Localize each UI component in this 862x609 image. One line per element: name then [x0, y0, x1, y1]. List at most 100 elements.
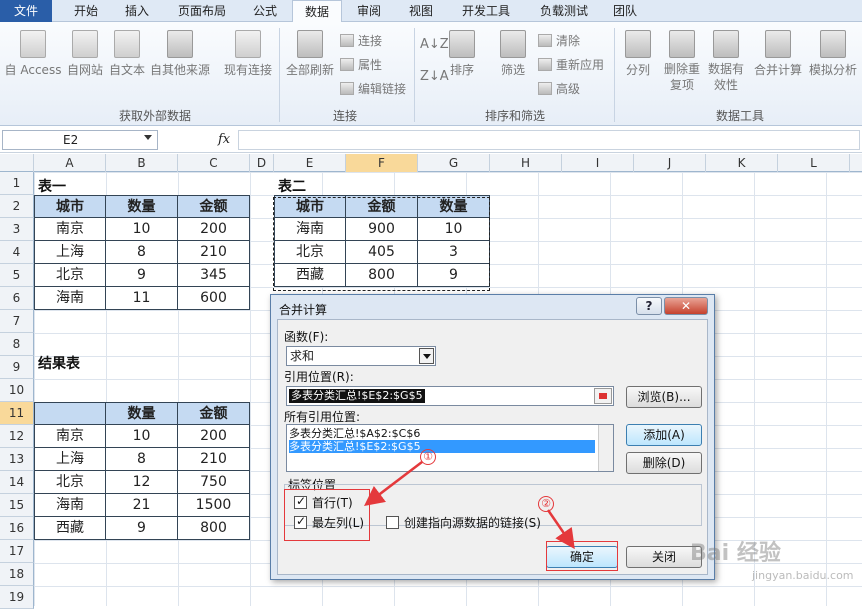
sort-descending-button[interactable]: Z↓A — [420, 68, 449, 86]
reference-input[interactable]: 多表分类汇总!$E$2:$G$5 — [286, 386, 614, 406]
add-button[interactable]: 添加(A) — [626, 424, 702, 446]
row-header[interactable]: 10 — [0, 379, 34, 402]
row-header[interactable]: 15 — [0, 494, 34, 517]
what-if-analysis-button[interactable]: 模拟分析 — [806, 30, 860, 78]
chevron-down-icon[interactable] — [419, 348, 434, 364]
tab-page-layout[interactable]: 页面布局 — [166, 0, 238, 22]
table-header-cell[interactable] — [34, 402, 106, 425]
tab-developer[interactable]: 开发工具 — [450, 0, 522, 22]
row-header[interactable]: 17 — [0, 540, 34, 563]
table-cell[interactable]: 200 — [178, 218, 250, 241]
table-cell[interactable]: 北京 — [274, 241, 346, 264]
from-text-button[interactable]: 自文本 — [106, 30, 148, 78]
table-header-cell[interactable]: 城市 — [274, 195, 346, 218]
column-header[interactable]: A — [34, 154, 106, 172]
row-header[interactable]: 18 — [0, 563, 34, 586]
table-cell[interactable]: 750 — [178, 471, 250, 494]
table-header-cell[interactable]: 数量 — [418, 195, 490, 218]
tab-insert[interactable]: 插入 — [112, 0, 162, 22]
table-header-cell[interactable]: 金额 — [178, 402, 250, 425]
function-select[interactable]: 求和 — [286, 346, 436, 366]
reference-list-item[interactable]: 多表分类汇总!$A$2:$C$6 — [289, 427, 420, 440]
close-icon[interactable]: ✕ — [664, 297, 708, 315]
consolidate-button[interactable]: 合并计算 — [750, 30, 806, 78]
row-header[interactable]: 5 — [0, 264, 34, 287]
table-cell[interactable]: 200 — [178, 425, 250, 448]
tab-team[interactable]: 团队 — [602, 0, 648, 22]
table-cell[interactable]: 海南 — [34, 287, 106, 310]
table-cell[interactable]: 11 — [106, 287, 178, 310]
clear-filter-button[interactable]: 清除 — [538, 32, 580, 50]
table-cell[interactable]: 西藏 — [34, 517, 106, 540]
table-cell[interactable]: 海南 — [274, 218, 346, 241]
table-cell[interactable]: 西藏 — [274, 264, 346, 287]
table-cell[interactable]: 900 — [346, 218, 418, 241]
table-cell[interactable]: 9 — [418, 264, 490, 287]
row-header[interactable]: 7 — [0, 310, 34, 333]
all-references-list[interactable]: 多表分类汇总!$A$2:$C$6 多表分类汇总!$E$2:$G$5 — [286, 424, 614, 472]
tab-data[interactable]: 数据 — [292, 0, 342, 23]
table-header-cell[interactable]: 数量 — [106, 195, 178, 218]
column-header[interactable]: I — [562, 154, 634, 172]
sort-button[interactable]: 排序 — [446, 30, 478, 78]
column-header[interactable]: C — [178, 154, 250, 172]
row-header[interactable]: 9 — [0, 356, 34, 379]
help-button[interactable]: ? — [636, 297, 662, 315]
tab-load-test[interactable]: 负载测试 — [528, 0, 600, 22]
table-cell[interactable]: 12 — [106, 471, 178, 494]
text-to-columns-button[interactable]: 分列 — [618, 30, 658, 78]
table-cell[interactable]: 210 — [178, 241, 250, 264]
table-cell[interactable]: 600 — [178, 287, 250, 310]
row-header[interactable]: 16 — [0, 517, 34, 540]
column-header[interactable]: F — [346, 154, 418, 172]
table-header-cell[interactable]: 金额 — [346, 195, 418, 218]
connections-button[interactable]: 连接 — [340, 32, 382, 50]
reference-list-item[interactable]: 多表分类汇总!$E$2:$G$5 — [289, 440, 595, 453]
table-header-cell[interactable]: 金额 — [178, 195, 250, 218]
table-cell[interactable]: 8 — [106, 448, 178, 471]
from-access-button[interactable]: 自 Access — [4, 30, 62, 78]
column-header[interactable]: J — [634, 154, 706, 172]
table-header-cell[interactable]: 数量 — [106, 402, 178, 425]
column-header[interactable]: G — [418, 154, 490, 172]
table-cell[interactable]: 北京 — [34, 264, 106, 287]
create-links-checkbox[interactable] — [386, 516, 399, 529]
existing-connections-button[interactable]: 现有连接 — [220, 30, 276, 78]
tab-review[interactable]: 审阅 — [344, 0, 394, 22]
data-validation-button[interactable]: 数据有效性 — [704, 30, 748, 93]
tab-home[interactable]: 开始 — [60, 0, 112, 22]
row-header[interactable]: 3 — [0, 218, 34, 241]
select-all-corner[interactable] — [0, 154, 34, 172]
edit-links-button[interactable]: 编辑链接 — [340, 80, 406, 98]
column-header[interactable]: H — [490, 154, 562, 172]
row-header[interactable]: 4 — [0, 241, 34, 264]
refresh-all-button[interactable]: 全部刷新 — [284, 30, 336, 78]
row-header[interactable]: 2 — [0, 195, 34, 218]
row-header[interactable]: 12 — [0, 425, 34, 448]
row-header[interactable]: 13 — [0, 448, 34, 471]
row-header[interactable]: 6 — [0, 287, 34, 310]
ok-button[interactable]: 确定 — [546, 546, 618, 568]
table-cell[interactable]: 10 — [106, 425, 178, 448]
remove-duplicates-button[interactable]: 删除重复项 — [660, 30, 704, 93]
table-cell[interactable]: 海南 — [34, 494, 106, 517]
column-header[interactable]: E — [274, 154, 346, 172]
column-header[interactable]: D — [250, 154, 274, 172]
delete-button[interactable]: 删除(D) — [626, 452, 702, 474]
table-cell[interactable]: 800 — [178, 517, 250, 540]
advanced-filter-button[interactable]: 高级 — [538, 80, 580, 98]
insert-function-icon[interactable]: fx — [218, 132, 230, 147]
table-cell[interactable]: 北京 — [34, 471, 106, 494]
table-cell[interactable]: 210 — [178, 448, 250, 471]
table-cell[interactable]: 1500 — [178, 494, 250, 517]
browse-button[interactable]: 浏览(B)... — [626, 386, 702, 408]
first-row-checkbox[interactable] — [294, 494, 307, 509]
row-header[interactable]: 8 — [0, 333, 34, 356]
row-header[interactable]: 11 — [0, 402, 34, 425]
name-box[interactable]: E2 — [2, 130, 158, 150]
from-other-sources-button[interactable]: 自其他来源 — [148, 30, 212, 78]
table-cell[interactable]: 405 — [346, 241, 418, 264]
tab-file[interactable]: 文件 — [0, 0, 52, 22]
table-cell[interactable]: 8 — [106, 241, 178, 264]
table-cell[interactable]: 21 — [106, 494, 178, 517]
